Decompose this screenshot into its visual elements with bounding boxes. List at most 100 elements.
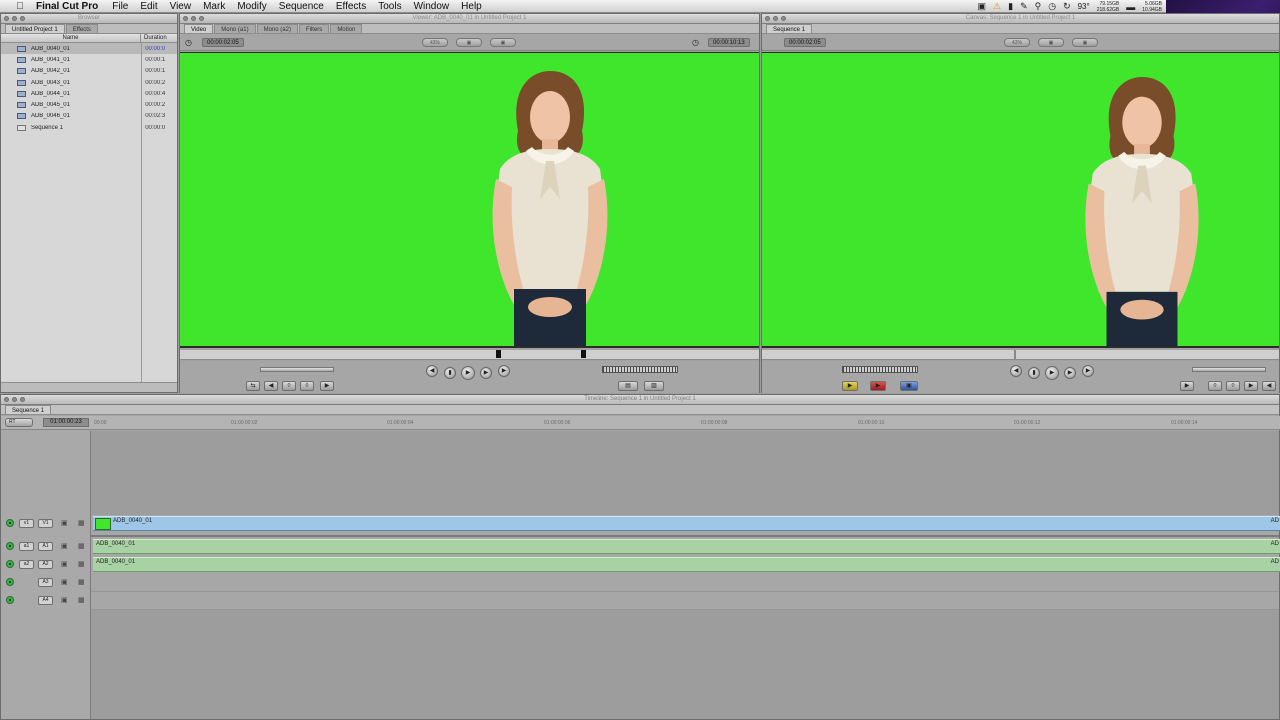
shuttle-control[interactable] [260, 367, 334, 372]
play-in-to-out-button[interactable]: ◀ [1010, 365, 1022, 377]
jog-control[interactable] [842, 366, 918, 373]
list-item[interactable]: ADB_0046_01 00:02:3 [1, 111, 177, 122]
play-in-to-out-button[interactable]: ◀ [426, 365, 438, 377]
browser-scrollbar[interactable] [1, 382, 177, 392]
track-audible-icon[interactable] [6, 596, 14, 604]
view-popup[interactable]: ▣ [1038, 38, 1064, 47]
auto-select-icon[interactable]: ▦ [78, 596, 85, 604]
view-popup[interactable]: ▣ [456, 38, 482, 47]
viewer-current-timecode[interactable]: 00:00:10:13 [708, 38, 750, 47]
play-around-button[interactable]: ▮ [1028, 367, 1040, 379]
rt-popup[interactable]: RT [5, 418, 33, 427]
wrench-icon[interactable]: ✎ [1020, 1, 1028, 12]
timeline-empty-area[interactable] [91, 431, 1279, 515]
list-item[interactable]: ADB_0040_01 00:00:0 [1, 43, 177, 55]
timeline-clip[interactable]: ADB_0040_01 AD [93, 516, 1280, 531]
mark-clip-button[interactable]: ⇆ [246, 381, 260, 391]
lock-icon[interactable]: ▣ [61, 560, 68, 568]
recent-clips-button[interactable]: ▤ [618, 381, 638, 391]
menu-mark[interactable]: Mark [197, 0, 231, 13]
viewer-scrubber-bar[interactable] [180, 350, 759, 360]
auto-select-icon[interactable]: ▦ [78, 519, 85, 527]
play-button[interactable]: ▶ [461, 366, 475, 380]
tab-video[interactable]: Video [184, 24, 214, 33]
sync-icon[interactable]: ↻ [1063, 1, 1071, 12]
tab-mono-a1[interactable]: Mono (a1) [214, 24, 256, 33]
tab-mono-a2[interactable]: Mono (a2) [256, 24, 298, 33]
play-around-button[interactable]: ▮ [444, 367, 456, 379]
overwrite-edit-button[interactable]: ▶ [870, 381, 886, 391]
playhead-sync-popup[interactable]: ▣ [490, 38, 516, 47]
source-control[interactable]: v1 [19, 519, 34, 528]
mark-in-button[interactable]: ◊ [1208, 381, 1222, 391]
timeline-clip[interactable]: ADB_0040_01 AD [93, 539, 1280, 554]
destination-control[interactable]: A2 [38, 560, 53, 569]
play-reverse-button[interactable]: ▶ [480, 367, 492, 379]
auto-select-icon[interactable]: ▦ [78, 578, 85, 586]
match-frame-button[interactable]: ▶ [1180, 381, 1194, 391]
tab-effects[interactable]: Effects [65, 24, 98, 33]
shuttle-control[interactable] [1192, 367, 1266, 372]
menu-modify[interactable]: Modify [231, 0, 272, 13]
next-edit-button[interactable]: ▶ [498, 365, 510, 377]
track-visibility-icon[interactable] [6, 519, 14, 527]
zoom-popup[interactable]: 43% [422, 38, 448, 47]
in-point-marker[interactable] [496, 350, 501, 358]
list-item[interactable]: ADB_0042_01 00:00:1 [1, 66, 177, 77]
source-control[interactable]: a2 [19, 560, 34, 569]
auto-select-icon[interactable]: ▦ [78, 542, 85, 550]
timeline-clip[interactable]: ADB_0040_01 AD [93, 557, 1280, 572]
timeline-titlebar[interactable]: Timeline: Sequence 1 in Untitled Project… [1, 395, 1279, 405]
list-item[interactable]: ADB_0043_01 00:00:2 [1, 77, 177, 88]
canvas-playhead[interactable] [1014, 350, 1016, 359]
add-keyframe-button[interactable]: ◀ [1262, 381, 1276, 391]
destination-control[interactable]: V1 [38, 519, 53, 528]
menu-sequence[interactable]: Sequence [273, 0, 330, 13]
list-item[interactable]: ADB_0045_01 00:00:2 [1, 99, 177, 110]
destination-control[interactable]: A3 [38, 578, 53, 587]
menu-view[interactable]: View [164, 0, 198, 13]
lock-icon[interactable]: ▣ [61, 542, 68, 550]
menu-file[interactable]: File [106, 0, 134, 13]
camera-icon[interactable]: ▣ [978, 1, 987, 12]
list-item[interactable]: Sequence 1 00:00:0 [1, 122, 177, 133]
battery-icon[interactable]: ▮ [1008, 1, 1013, 12]
playhead-sync-popup[interactable]: ▣ [1072, 38, 1098, 47]
insert-edit-button[interactable]: ▶ [842, 381, 858, 391]
warning-icon[interactable]: ⚠ [993, 1, 1001, 12]
canvas-video-frame[interactable] [762, 52, 1279, 348]
viewer-titlebar[interactable]: Viewer: ADB_0040_01 in Untitled Project … [180, 14, 759, 24]
play-reverse-button[interactable]: ▶ [1064, 367, 1076, 379]
lock-icon[interactable]: ▣ [61, 519, 68, 527]
auto-select-icon[interactable]: ▦ [78, 560, 85, 568]
column-duration[interactable]: Duration [141, 34, 177, 42]
tab-sequence-1[interactable]: Sequence 1 [5, 405, 52, 414]
menu-edit[interactable]: Edit [134, 0, 163, 13]
canvas-duration-timecode[interactable]: 00:00:02:05 [784, 38, 826, 47]
replace-edit-button[interactable]: ▣ [900, 381, 918, 391]
list-item[interactable]: ADB_0044_01 00:00:4 [1, 88, 177, 99]
next-edit-button[interactable]: ▶ [1082, 365, 1094, 377]
menu-effects[interactable]: Effects [330, 0, 372, 13]
time-machine-icon[interactable]: ◷ [1048, 1, 1056, 12]
lock-icon[interactable]: ▣ [61, 578, 68, 586]
column-name[interactable]: Name [1, 34, 141, 42]
menu-window[interactable]: Window [408, 0, 456, 13]
tab-untitled-project[interactable]: Untitled Project 1 [5, 24, 65, 33]
track-audible-icon[interactable] [6, 542, 14, 550]
apple-menu-icon[interactable]:  [12, 1, 28, 12]
display-icon[interactable]: ▬ [1126, 2, 1135, 12]
timeline-ruler[interactable]: RT 01:00:00:23 00:00 01:00:00:02 01:00:0… [1, 416, 1280, 430]
add-marker-button[interactable]: ▶ [320, 381, 334, 391]
play-button[interactable]: ▶ [1045, 366, 1059, 380]
browser-titlebar[interactable]: Browser [1, 14, 177, 24]
out-point-marker[interactable] [581, 350, 586, 358]
mark-in-button[interactable]: ◊ [282, 381, 296, 391]
menu-app-name[interactable]: Final Cut Pro [28, 0, 106, 13]
canvas-scrubber-bar[interactable] [762, 350, 1279, 360]
canvas-titlebar[interactable]: Canvas: Sequence 1 in Untitled Project 1 [762, 14, 1279, 24]
viewer-video-frame[interactable] [180, 52, 759, 348]
timeline-empty-area-bottom[interactable] [91, 610, 1279, 719]
list-item[interactable]: ADB_0041_01 00:00:1 [1, 54, 177, 65]
jog-control[interactable] [602, 366, 678, 373]
